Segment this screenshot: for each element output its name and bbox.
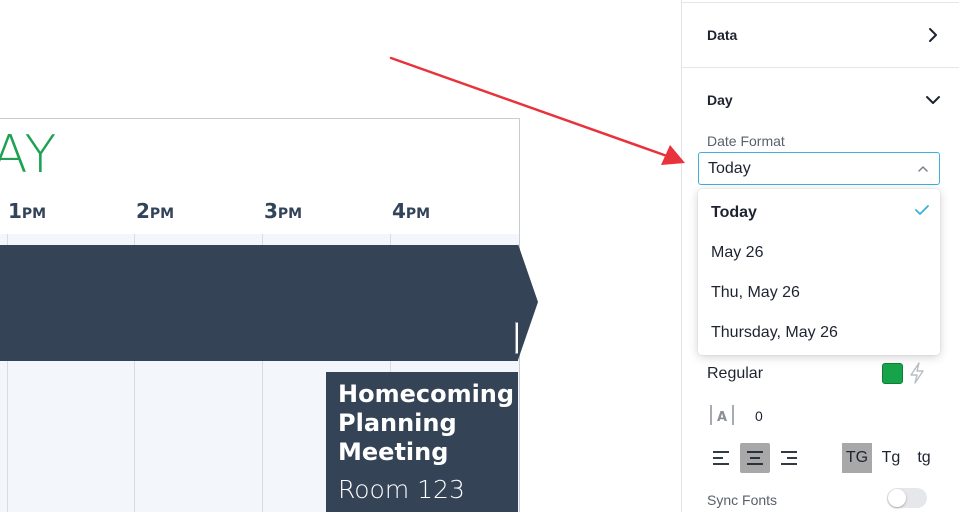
chevron-down-icon[interactable] [925, 92, 941, 108]
hour-label-1pm: 1PM [8, 199, 46, 223]
align-left-button[interactable] [706, 443, 736, 473]
svg-text:A: A [717, 410, 727, 425]
hour-label-2pm: 2PM [136, 199, 174, 223]
hour-label-4pm: 4PM [392, 199, 430, 223]
divider [682, 67, 959, 68]
font-weight-select[interactable]: Regular [707, 365, 763, 383]
date-format-label: Date Format [707, 133, 785, 149]
chevron-up-icon [918, 166, 928, 172]
event-banner[interactable] [0, 245, 518, 361]
option-label: Thursday, May 26 [711, 324, 838, 341]
hour-suffix: PM [149, 206, 175, 222]
hour-number: 4 [392, 199, 406, 223]
date-format-option[interactable]: Thursday, May 26 [711, 324, 838, 342]
hour-label-3pm: 3PM [264, 199, 302, 223]
align-right-button[interactable] [774, 443, 804, 473]
option-label: May 26 [711, 244, 764, 261]
date-format-option[interactable]: Today [711, 204, 757, 222]
event-card[interactable]: Homecoming Planning Meeting Room 123 [326, 372, 518, 512]
section-title-day[interactable]: Day [707, 92, 733, 108]
divider [682, 2, 959, 3]
titlecase-button[interactable]: Tg [876, 443, 906, 473]
section-title-data[interactable]: Data [707, 27, 737, 43]
properties-panel: Data Day Date Format Today Today May 26 … [681, 0, 959, 512]
align-left-icon [713, 451, 729, 465]
date-format-option[interactable]: May 26 [711, 244, 763, 262]
option-label: Today [711, 204, 757, 221]
date-format-select[interactable]: Today [698, 152, 940, 185]
hour-suffix: PM [405, 206, 431, 222]
sync-fonts-label: Sync Fonts [707, 492, 778, 508]
option-label: Thu, May 26 [711, 284, 800, 301]
event-room: Room 123 [338, 475, 465, 504]
checkmark-icon [915, 205, 929, 215]
hour-number: 3 [264, 199, 278, 223]
align-center-button[interactable] [740, 443, 770, 473]
letter-spacing-value[interactable]: 0 [755, 408, 763, 424]
align-right-icon [781, 451, 797, 465]
hour-number: 1 [8, 199, 22, 223]
preview-day-title: AY [0, 125, 58, 185]
uppercase-button[interactable]: TG [842, 443, 872, 473]
date-format-option[interactable]: Thu, May 26 [711, 284, 800, 302]
sync-fonts-toggle[interactable] [887, 488, 927, 508]
letter-spacing-icon: A [710, 405, 734, 425]
lowercase-button[interactable]: tg [909, 443, 939, 473]
schedule-preview: AY 1PM 2PM 3PM 4PM Homecoming Planning M… [0, 118, 520, 512]
chevron-right-icon[interactable] [925, 27, 941, 43]
hour-suffix: PM [277, 206, 303, 222]
annotation-arrow [389, 56, 685, 165]
app-window: AY 1PM 2PM 3PM 4PM Homecoming Planning M… [0, 0, 959, 512]
text-color-swatch[interactable] [882, 363, 903, 384]
toggle-knob [888, 489, 906, 507]
hour-suffix: PM [21, 206, 47, 222]
date-format-dropdown: Today May 26 Thu, May 26 Thursday, May 2… [698, 189, 940, 355]
hour-number: 2 [136, 199, 150, 223]
event-title: Homecoming Planning Meeting [338, 380, 515, 466]
date-format-value: Today [708, 160, 751, 177]
lightning-bolt-icon[interactable] [908, 362, 926, 384]
banner-arrow-tip [518, 244, 538, 360]
align-center-icon [747, 451, 763, 465]
